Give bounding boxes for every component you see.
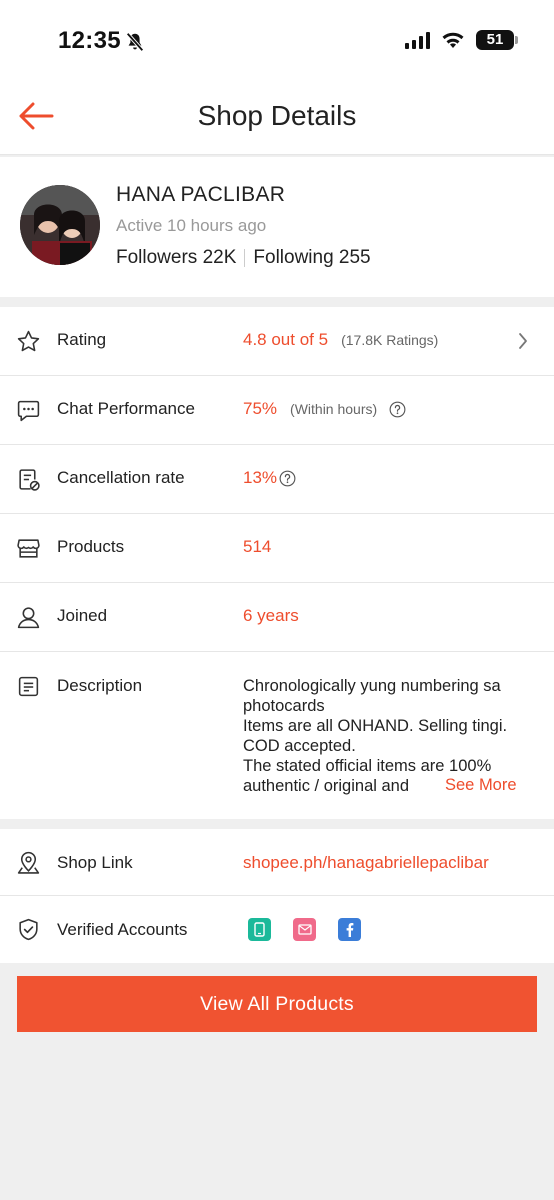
shop-link-label: Shop Link bbox=[57, 853, 133, 872]
shield-check-icon bbox=[19, 918, 38, 941]
rating-value: 4.8 out of 5 bbox=[243, 330, 329, 349]
rating-count: (17.8K Ratings) bbox=[341, 332, 439, 348]
app-header: Shop Details bbox=[0, 80, 554, 155]
star-icon bbox=[17, 330, 40, 352]
shop-links-list: Shop Link shopee.ph/hanagabriellepacliba… bbox=[0, 829, 554, 963]
products-row: Products 514 bbox=[0, 514, 554, 583]
chat-performance-value-group: 75% (Within hours) bbox=[243, 399, 406, 419]
cancellation-document-icon bbox=[19, 469, 40, 491]
rating-value-group: 4.8 out of 5 (17.8K Ratings) bbox=[243, 330, 438, 350]
cancellation-rate-row: Cancellation rate 13% bbox=[0, 445, 554, 514]
status-indicators: 51 bbox=[405, 30, 518, 50]
help-icon[interactable] bbox=[389, 401, 406, 418]
description-line: Chronologically yung numbering sa bbox=[243, 677, 501, 695]
view-all-products-button[interactable]: View All Products bbox=[17, 976, 537, 1032]
joined-value: 6 years bbox=[243, 606, 299, 625]
cancellation-rate-value: 13% bbox=[243, 468, 278, 487]
shop-link-row[interactable]: Shop Link shopee.ph/hanagabriellepacliba… bbox=[0, 829, 554, 896]
description-line: Items are all ONHAND. Selling tingi. bbox=[243, 717, 508, 735]
avatar[interactable] bbox=[20, 185, 100, 265]
joined-label: Joined bbox=[57, 606, 108, 625]
rating-label: Rating bbox=[57, 330, 107, 349]
bell-muted-icon bbox=[126, 32, 144, 52]
status-bar: 12:35 51 bbox=[0, 0, 554, 80]
user-icon bbox=[17, 607, 40, 629]
products-label: Products bbox=[57, 537, 125, 556]
chat-performance-label: Chat Performance bbox=[57, 399, 195, 418]
shop-link-url[interactable]: shopee.ph/hanagabriellepaclibar bbox=[243, 853, 489, 873]
description-line: The stated official items are 100% bbox=[243, 757, 492, 775]
description-line: COD accepted. bbox=[243, 737, 356, 755]
verified-badges bbox=[248, 918, 361, 941]
chevron-right-icon[interactable] bbox=[518, 332, 528, 350]
active-status: Active 10 hours ago bbox=[116, 216, 267, 235]
description-label: Description bbox=[57, 676, 143, 695]
followers-count[interactable]: Followers 22K bbox=[116, 247, 236, 269]
verified-accounts-label: Verified Accounts bbox=[57, 920, 188, 939]
cellular-signal-icon bbox=[405, 31, 430, 49]
follow-stats: Followers 22K Following 255 bbox=[116, 247, 371, 269]
shop-name: HANA PACLIBAR bbox=[116, 183, 286, 206]
divider bbox=[244, 249, 246, 267]
verified-accounts-row: Verified Accounts bbox=[0, 896, 554, 963]
help-icon[interactable] bbox=[279, 470, 296, 487]
wifi-icon bbox=[442, 32, 464, 48]
page-title: Shop Details bbox=[197, 100, 357, 131]
document-icon bbox=[18, 676, 39, 697]
status-time: 12:35 bbox=[58, 27, 121, 54]
shop-stats-list: Rating 4.8 out of 5 (17.8K Ratings) Chat… bbox=[0, 307, 554, 819]
facebook-verified-icon bbox=[338, 918, 361, 941]
description-row: Description Chronologically yung numberi… bbox=[0, 652, 554, 819]
chat-performance-row: Chat Performance 75% (Within hours) bbox=[0, 376, 554, 445]
products-value: 514 bbox=[243, 537, 272, 556]
avatar-image bbox=[20, 185, 100, 265]
joined-row: Joined 6 years bbox=[0, 583, 554, 652]
see-more-link[interactable]: See More bbox=[445, 776, 517, 795]
shop-profile: HANA PACLIBAR Active 10 hours ago Follow… bbox=[0, 157, 554, 297]
chat-performance-value: 75% bbox=[243, 399, 278, 418]
phone-verified-icon bbox=[248, 918, 271, 941]
rating-row[interactable]: Rating 4.8 out of 5 (17.8K Ratings) bbox=[0, 307, 554, 376]
description-line: photocards bbox=[243, 697, 325, 715]
location-pin-icon bbox=[17, 851, 40, 874]
battery-icon: 51 bbox=[476, 30, 518, 50]
cancellation-rate-value-group: 13% bbox=[243, 468, 296, 488]
email-verified-icon bbox=[293, 918, 316, 941]
chat-performance-sub: (Within hours) bbox=[290, 401, 378, 417]
chat-bubble-icon bbox=[17, 400, 40, 422]
storefront-icon bbox=[17, 539, 40, 558]
cancellation-rate-label: Cancellation rate bbox=[57, 468, 185, 487]
following-count[interactable]: Following 255 bbox=[253, 247, 370, 269]
